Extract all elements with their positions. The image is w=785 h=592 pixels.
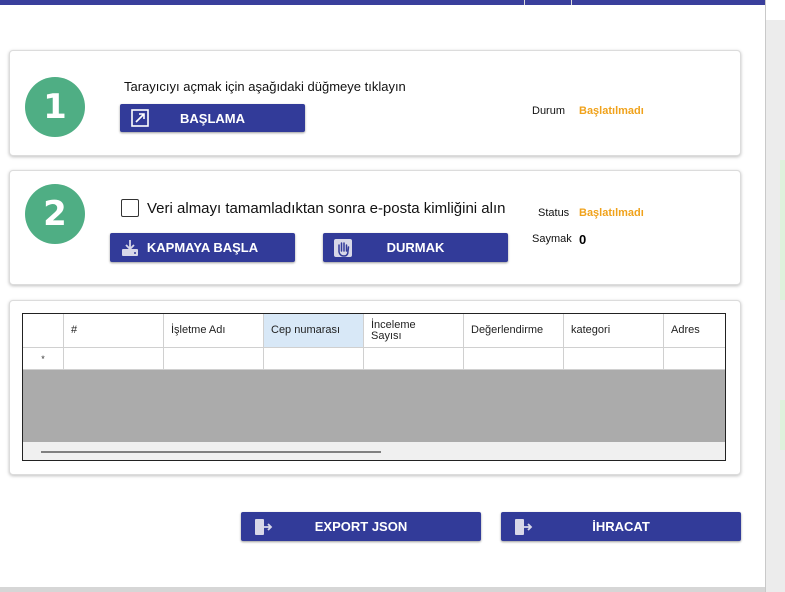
column-header-mobile-number[interactable]: Cep numarası xyxy=(264,314,364,348)
start-browser-button[interactable]: BAŞLAMA xyxy=(120,104,305,132)
step2-number-badge: 2 xyxy=(25,184,85,244)
grid-new-row[interactable]: * xyxy=(23,348,725,370)
step1-status-value: Başlatılmadı xyxy=(579,105,644,117)
stop-button[interactable]: DURMAK xyxy=(323,233,508,262)
hand-stop-icon xyxy=(333,238,353,258)
grid-horizontal-scrollbar[interactable] xyxy=(23,442,725,460)
grid-scrollbar-thumb[interactable] xyxy=(41,451,381,453)
counter-label: Saymak xyxy=(532,233,572,245)
export-button-label: İHRACAT xyxy=(592,519,650,534)
send-email-checkbox[interactable] xyxy=(121,199,139,217)
window-bottom-edge xyxy=(0,587,765,592)
step1-card xyxy=(9,50,741,156)
export-icon xyxy=(253,517,273,537)
column-header-category[interactable]: kategori xyxy=(564,314,664,348)
background-window-edge xyxy=(765,0,785,592)
grid-cell[interactable] xyxy=(264,348,364,370)
grid-cell[interactable] xyxy=(464,348,564,370)
column-header-business-name[interactable]: İşletme Adı xyxy=(164,314,264,348)
grid-header-row: # İşletme Adı Cep numarası İnceleme Sayı… xyxy=(23,314,725,348)
step2-status-value: Başlatılmadı xyxy=(579,207,644,219)
column-header-review-count[interactable]: İnceleme Sayısı xyxy=(364,314,464,348)
counter-value: 0 xyxy=(579,232,587,247)
column-header-address[interactable]: Adres xyxy=(664,314,725,348)
step2-card xyxy=(9,170,741,285)
background-window-highlight xyxy=(780,400,785,450)
download-tray-icon xyxy=(120,238,140,258)
export-json-button-label: EXPORT JSON xyxy=(314,519,408,534)
open-external-icon xyxy=(130,108,150,128)
grid-cell[interactable] xyxy=(364,348,464,370)
export-button[interactable]: İHRACAT xyxy=(501,512,741,541)
step2-status-label: Status xyxy=(538,207,570,219)
send-email-checkbox-label[interactable]: Veri almayı tamamladıktan sonra e-posta … xyxy=(147,200,506,217)
grid-cell[interactable] xyxy=(64,348,164,370)
grid-cell[interactable] xyxy=(564,348,664,370)
grid-cell[interactable] xyxy=(664,348,725,370)
step1-number-badge: 1 xyxy=(25,77,85,137)
start-capture-button[interactable]: KAPMAYA BAŞLA xyxy=(110,233,295,262)
export-json-button[interactable]: EXPORT JSON xyxy=(241,512,481,541)
step1-status-label: Durum xyxy=(532,105,566,117)
grid-cell[interactable] xyxy=(164,348,264,370)
results-grid[interactable]: # İşletme Adı Cep numarası İnceleme Sayı… xyxy=(22,313,726,461)
new-row-marker: * xyxy=(23,348,64,370)
background-window-top xyxy=(766,0,785,20)
export-icon xyxy=(513,517,533,537)
grid-corner-cell[interactable] xyxy=(23,314,64,348)
column-header-rating[interactable]: Değerlendirme xyxy=(464,314,564,348)
step1-instruction: Tarayıcıyı açmak için aşağıdaki düğmeye … xyxy=(124,79,406,94)
column-header-index[interactable]: # xyxy=(64,314,164,348)
background-window-highlight xyxy=(780,160,785,300)
